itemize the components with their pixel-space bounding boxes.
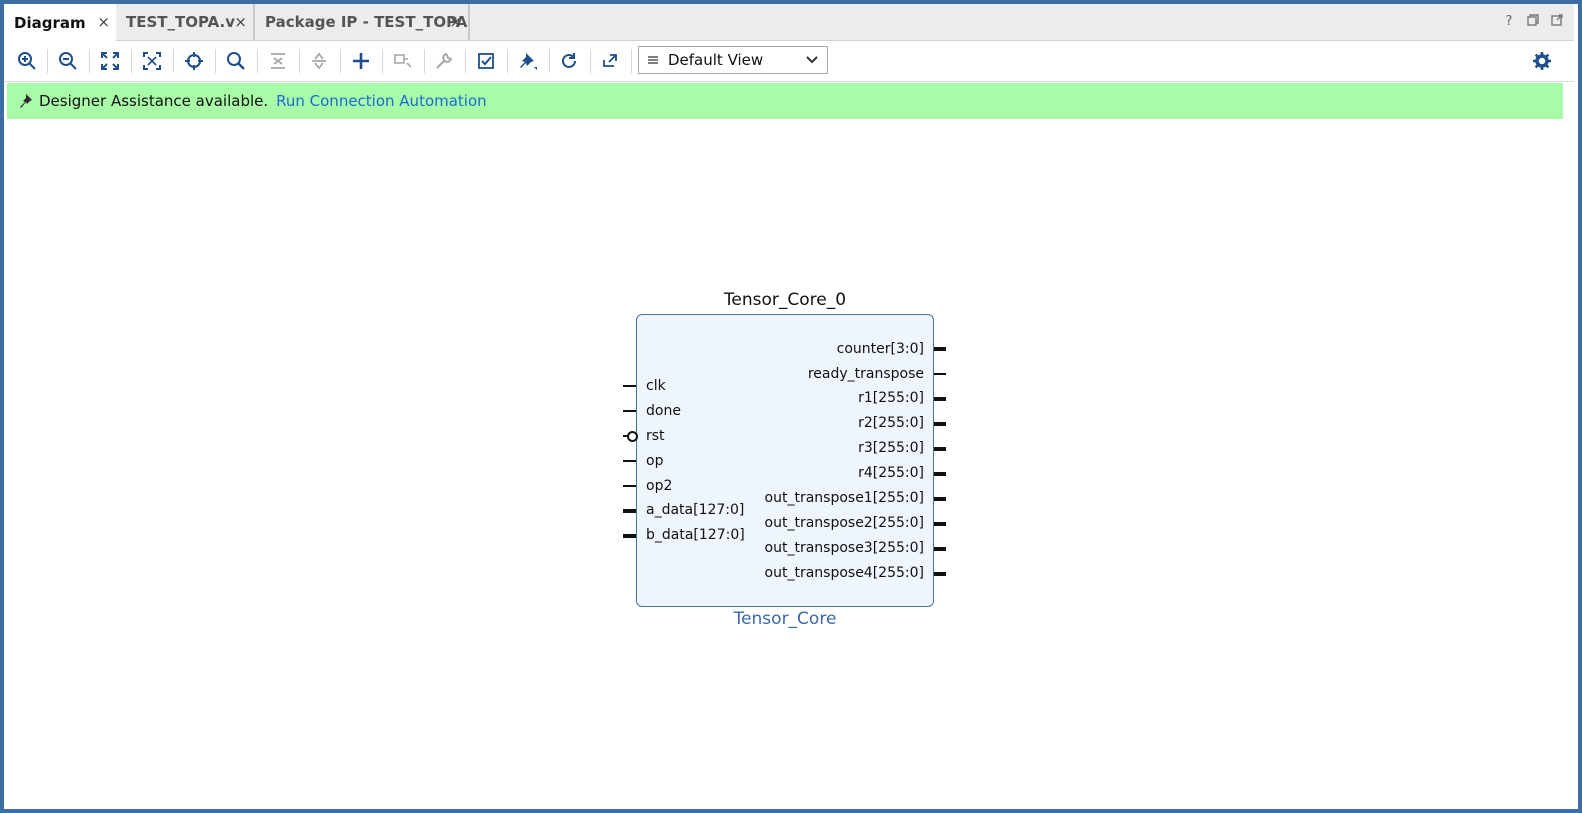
pin-stub-bus bbox=[934, 547, 946, 551]
toolbar: Default View bbox=[4, 41, 1574, 82]
tab-test-topa-v[interactable]: TEST_TOPA.v × bbox=[116, 4, 255, 40]
run-connection-automation-link[interactable]: Run Connection Automation bbox=[276, 92, 487, 110]
settings-icon[interactable] bbox=[1530, 49, 1554, 73]
banner-message: Designer Assistance available. bbox=[39, 92, 269, 110]
output-pin-r4[interactable]: r4[255:0] bbox=[858, 464, 924, 482]
output-pin-counter[interactable]: counter[3:0] bbox=[837, 340, 924, 358]
tab-bar: Diagram × TEST_TOPA.v × Package IP - TES… bbox=[4, 4, 1574, 41]
output-pin-out-transpose4[interactable]: out_transpose4[255:0] bbox=[765, 564, 924, 582]
add-ip-icon[interactable] bbox=[349, 49, 373, 73]
make-connection-icon[interactable] bbox=[391, 49, 415, 73]
input-pin-b-data[interactable]: b_data[127:0] bbox=[646, 526, 745, 544]
autofit-icon[interactable] bbox=[182, 49, 206, 73]
pin-stub bbox=[623, 485, 636, 487]
zoom-out-icon[interactable] bbox=[56, 49, 80, 73]
pin-stub-bus bbox=[934, 572, 946, 576]
input-pin-a-data[interactable]: a_data[127:0] bbox=[646, 501, 744, 519]
pin-stub-bus bbox=[934, 497, 946, 501]
output-pin-ready-transpose[interactable]: ready_transpose bbox=[808, 365, 924, 383]
block-instance-name: Tensor_Core_0 bbox=[723, 290, 847, 310]
block-module-name: Tensor_Core bbox=[733, 609, 837, 629]
pin-stub-bus bbox=[934, 472, 946, 476]
zoom-in-icon[interactable] bbox=[15, 49, 39, 73]
pin-stub bbox=[623, 385, 636, 387]
optimize-icon[interactable] bbox=[598, 49, 622, 73]
tab-label: Package IP - TEST_TOPA bbox=[265, 13, 468, 31]
input-pin-rst[interactable]: rst bbox=[646, 427, 665, 445]
pin-icon[interactable] bbox=[516, 49, 540, 73]
pin-icon bbox=[20, 94, 32, 108]
input-pin-clk[interactable]: clk bbox=[646, 377, 666, 395]
layout-icon bbox=[648, 56, 658, 64]
pin-stub bbox=[623, 410, 636, 412]
designer-assistance-banner: Designer Assistance available. Run Conne… bbox=[7, 83, 1563, 119]
output-pin-out-transpose3[interactable]: out_transpose3[255:0] bbox=[765, 539, 924, 557]
close-icon[interactable]: × bbox=[97, 13, 110, 31]
fit-icon[interactable] bbox=[98, 49, 122, 73]
expand-icon[interactable] bbox=[307, 49, 331, 73]
active-low-bubble-icon bbox=[627, 431, 638, 442]
fit-selection-icon[interactable] bbox=[140, 49, 164, 73]
input-pin-op2[interactable]: op2 bbox=[646, 477, 672, 495]
float-icon[interactable] bbox=[1550, 14, 1564, 30]
pin-stub-bus bbox=[934, 347, 946, 351]
search-icon[interactable] bbox=[224, 49, 248, 73]
close-icon[interactable]: × bbox=[449, 13, 462, 31]
output-pin-out-transpose1[interactable]: out_transpose1[255:0] bbox=[765, 489, 924, 507]
chevron-down-icon bbox=[806, 56, 818, 64]
window-controls: ? bbox=[1502, 14, 1564, 30]
pin-stub-bus bbox=[934, 422, 946, 426]
properties-icon[interactable] bbox=[432, 49, 456, 73]
tab-label: Diagram bbox=[14, 13, 86, 32]
tab-package-ip[interactable]: Package IP - TEST_TOPA × bbox=[255, 4, 470, 40]
output-pin-r2[interactable]: r2[255:0] bbox=[858, 414, 924, 432]
input-pin-done[interactable]: done bbox=[646, 402, 681, 420]
output-pin-r3[interactable]: r3[255:0] bbox=[858, 439, 924, 457]
close-icon[interactable]: × bbox=[234, 13, 247, 31]
validate-icon[interactable] bbox=[474, 49, 498, 73]
pin-stub-bus bbox=[934, 397, 946, 401]
view-select-value: Default View bbox=[668, 51, 764, 69]
output-pin-r1[interactable]: r1[255:0] bbox=[858, 389, 924, 407]
view-select[interactable]: Default View bbox=[638, 46, 828, 74]
tab-label: TEST_TOPA.v bbox=[126, 13, 235, 31]
tab-diagram[interactable]: Diagram × bbox=[4, 4, 116, 41]
regenerate-icon[interactable] bbox=[557, 49, 581, 73]
pin-stub-bus bbox=[934, 447, 946, 451]
pin-stub bbox=[934, 373, 946, 375]
input-pin-op[interactable]: op bbox=[646, 452, 663, 470]
help-icon[interactable]: ? bbox=[1502, 14, 1516, 30]
pin-stub-bus bbox=[623, 509, 636, 513]
pin-stub bbox=[623, 460, 636, 462]
pin-stub-bus bbox=[623, 534, 636, 538]
output-pin-out-transpose2[interactable]: out_transpose2[255:0] bbox=[765, 514, 924, 532]
pin-stub-bus bbox=[934, 522, 946, 526]
restore-icon[interactable] bbox=[1526, 14, 1540, 30]
collapse-icon[interactable] bbox=[266, 49, 290, 73]
